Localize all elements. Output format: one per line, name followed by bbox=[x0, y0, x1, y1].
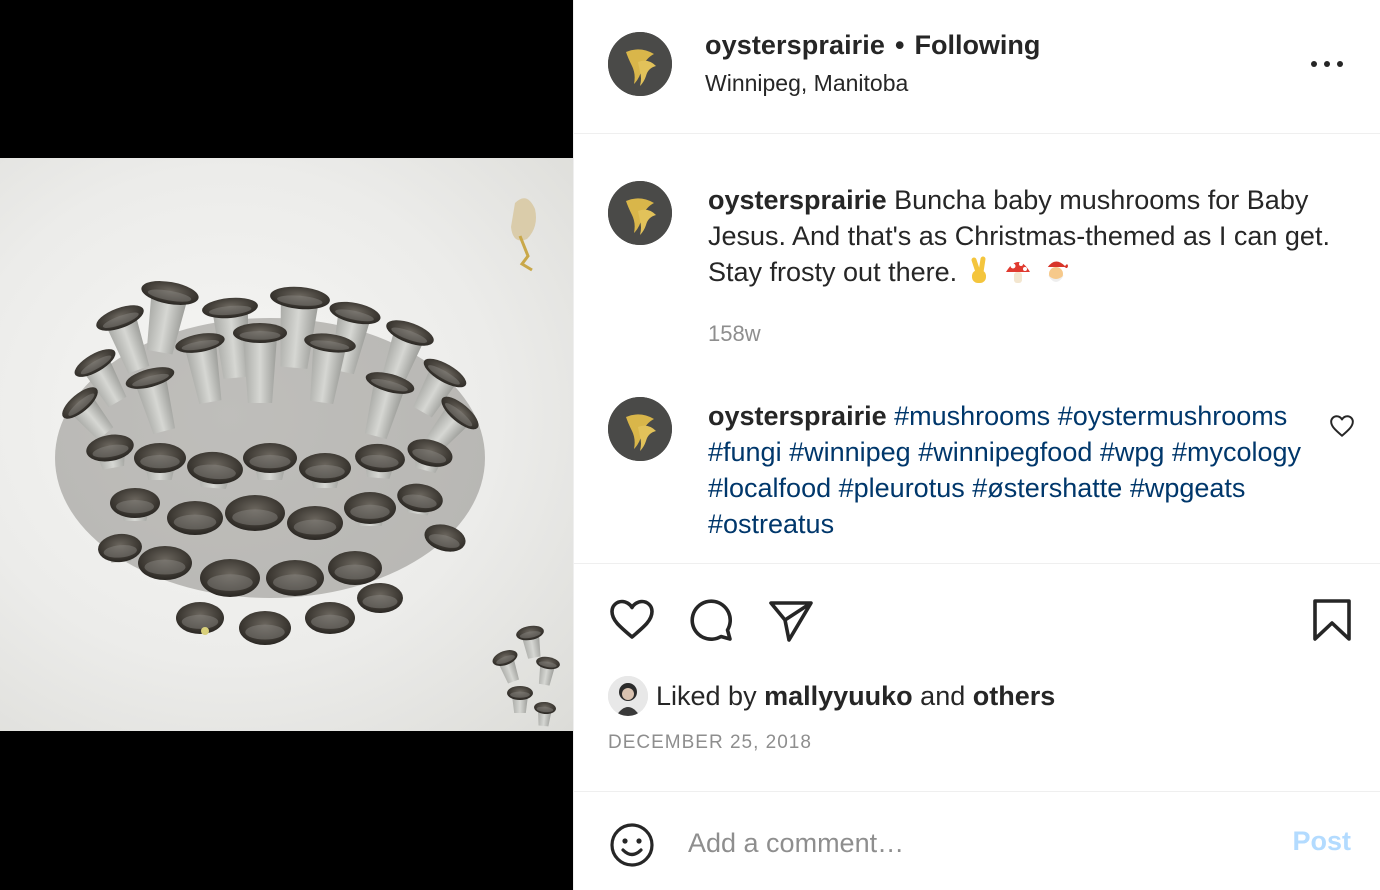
hashtag[interactable]: #ostreatus bbox=[708, 509, 834, 539]
liked-by-prefix: Liked by bbox=[656, 680, 757, 711]
hashtag[interactable]: #mycology bbox=[1172, 437, 1301, 467]
author-line: oystersprairie • Following bbox=[705, 30, 1040, 61]
hashtag[interactable]: #oystermushrooms bbox=[1058, 401, 1288, 431]
hashtag[interactable]: #wpg bbox=[1100, 437, 1165, 467]
separator-dot: • bbox=[895, 30, 905, 60]
author-avatar[interactable] bbox=[608, 32, 672, 96]
mushroom-shape bbox=[536, 656, 560, 686]
mushroom-shape bbox=[534, 701, 556, 727]
post-header: oystersprairie • Following Winnipeg, Manit… bbox=[574, 0, 1380, 134]
oyster-logo-icon bbox=[608, 397, 672, 461]
likes-others-link[interactable]: others bbox=[973, 681, 1056, 712]
santa-emoji-icon bbox=[1046, 261, 1069, 282]
following-button[interactable]: Following bbox=[914, 30, 1040, 60]
like-heart-icon[interactable] bbox=[608, 596, 656, 644]
oyster-logo-icon bbox=[608, 32, 672, 96]
post-photo[interactable] bbox=[0, 158, 573, 731]
more-dot-icon bbox=[1337, 61, 1343, 67]
oyster-logo-icon bbox=[608, 181, 672, 245]
caption-age[interactable]: 158w bbox=[708, 321, 761, 347]
save-bookmark-icon[interactable] bbox=[1308, 596, 1356, 644]
post-detail-panel: oystersprairie • Following Winnipeg, Manit… bbox=[573, 0, 1380, 890]
add-comment-input[interactable] bbox=[688, 818, 1248, 868]
hashtag[interactable]: #østershatte bbox=[972, 473, 1122, 503]
emoji-picker-icon[interactable] bbox=[608, 821, 656, 869]
mushroom-shape bbox=[167, 501, 223, 535]
liker-username[interactable]: mallyyuuko bbox=[764, 681, 913, 712]
hashtag[interactable]: #mushrooms bbox=[894, 401, 1050, 431]
more-options-button[interactable] bbox=[1307, 50, 1347, 78]
hashtag-text-block: oystersprairie #mushrooms #oystermushroo… bbox=[708, 398, 1328, 542]
caption-username[interactable]: oystersprairie bbox=[708, 185, 887, 215]
mushroom-shape bbox=[492, 650, 520, 684]
mushroom-shape bbox=[287, 506, 343, 540]
commenter-username[interactable]: oystersprairie bbox=[708, 401, 887, 431]
post-date[interactable]: DECEMBER 25, 2018 bbox=[608, 732, 812, 754]
mushroom-photo-illustration bbox=[55, 198, 560, 727]
mushroom-emoji-icon bbox=[1006, 262, 1031, 283]
mushroom-shape bbox=[225, 495, 285, 531]
mushroom-shape bbox=[357, 583, 403, 613]
hashtag[interactable]: #fungi bbox=[708, 437, 782, 467]
post-location[interactable]: Winnipeg, Manitoba bbox=[705, 70, 908, 97]
commenter-avatar[interactable] bbox=[608, 397, 672, 461]
liker-photo-icon bbox=[608, 676, 648, 716]
comment-like-heart-icon[interactable] bbox=[1329, 413, 1355, 439]
mushroom-shape bbox=[266, 560, 324, 596]
comments-section[interactable]: oystersprairie Buncha baby mushrooms for… bbox=[574, 135, 1380, 563]
mushroom-shape bbox=[200, 559, 260, 597]
caption-avatar[interactable] bbox=[608, 181, 672, 245]
more-dot-icon bbox=[1324, 61, 1330, 67]
more-dot-icon bbox=[1311, 61, 1317, 67]
mushroom-shape bbox=[516, 625, 544, 659]
post-media[interactable] bbox=[0, 0, 573, 890]
mushroom-shape bbox=[328, 551, 382, 585]
likes-summary: Liked by mallyyuuko and others bbox=[608, 676, 1055, 716]
hashtag[interactable]: #wpgeats bbox=[1130, 473, 1246, 503]
liked-by-connector: and bbox=[920, 680, 966, 711]
mushroom-shape bbox=[507, 686, 533, 713]
victory-hand-emoji-icon bbox=[971, 256, 987, 283]
hashtag[interactable]: #winnipeg bbox=[789, 437, 911, 467]
post-actions: Liked by mallyyuuko and others DECEMBER … bbox=[574, 563, 1380, 791]
author-username[interactable]: oystersprairie bbox=[705, 30, 885, 60]
hashtag[interactable]: #winnipegfood bbox=[918, 437, 1092, 467]
hashtag[interactable]: #pleurotus bbox=[839, 473, 965, 503]
post-comment-button[interactable]: Post bbox=[1292, 826, 1351, 857]
hashtag[interactable]: #localfood bbox=[708, 473, 831, 503]
caption-text-block: oystersprairie Buncha baby mushrooms for… bbox=[708, 182, 1358, 290]
liker-avatar[interactable] bbox=[608, 676, 648, 716]
mushroom-shape bbox=[239, 611, 291, 645]
mushroom-shape bbox=[176, 602, 224, 634]
mushroom-shape bbox=[305, 602, 355, 634]
comment-bubble-icon[interactable] bbox=[687, 596, 735, 644]
mushroom-shape bbox=[138, 546, 192, 580]
share-paper-plane-icon[interactable] bbox=[767, 596, 815, 644]
comment-composer: Post bbox=[574, 791, 1380, 890]
